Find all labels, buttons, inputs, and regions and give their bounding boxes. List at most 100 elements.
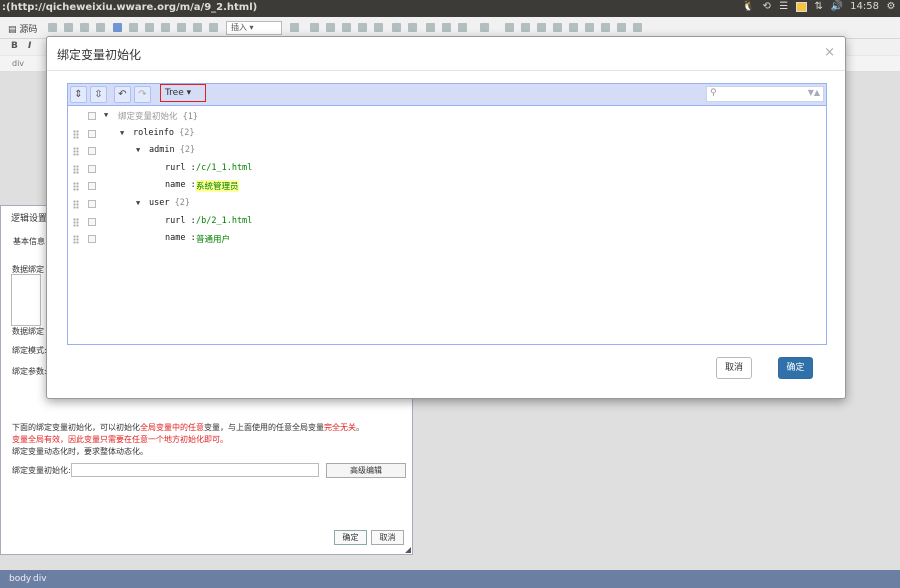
tree-row-user-name: name : 普通用户: [68, 231, 826, 249]
italic-button[interactable]: I: [28, 41, 31, 51]
tree-node-user[interactable]: user {2}: [149, 198, 190, 208]
collapse-all-icon[interactable]: ⇳: [90, 86, 107, 103]
redo-icon[interactable]: ↷: [134, 86, 151, 103]
tree-value-rurl[interactable]: /c/1_1.html: [196, 163, 252, 173]
init-input[interactable]: [71, 463, 319, 477]
source-button[interactable]: ▤ 源码: [8, 22, 37, 35]
sync-icon[interactable]: ⟲: [762, 1, 772, 12]
checkbox-icon[interactable]: [521, 23, 530, 32]
textfield-icon[interactable]: [553, 23, 562, 32]
note-line-1: 下面的绑定变量初始化，可以初始化全局变量中的任意变量，与上面使用的任意全局变量完…: [12, 423, 364, 432]
advanced-edit-button[interactable]: 高级编辑: [326, 463, 406, 478]
insert-select[interactable]: 插入 ▾: [226, 21, 282, 35]
drag-handle-icon[interactable]: [73, 147, 79, 157]
new-page-icon[interactable]: [129, 23, 138, 32]
row-checkbox[interactable]: [88, 147, 96, 156]
row-checkbox[interactable]: [88, 217, 96, 226]
copy-icon[interactable]: [209, 23, 218, 32]
save-icon[interactable]: [113, 23, 122, 32]
search-box[interactable]: ⚲ ▼▲: [706, 86, 824, 102]
refresh-icon[interactable]: [177, 23, 186, 32]
redo2-icon[interactable]: [408, 23, 417, 32]
system-top-bar: :(http://qicheweixiu.wware.org/m/a/9_2.h…: [0, 0, 900, 17]
status-path-div[interactable]: div: [33, 574, 47, 584]
collapse-toggle-icon[interactable]: ▼: [136, 146, 140, 154]
row-checkbox[interactable]: [88, 164, 96, 173]
tree-key-name[interactable]: name :: [165, 180, 196, 190]
drag-handle-icon[interactable]: [73, 164, 79, 174]
tree-value-name[interactable]: 普通用户: [196, 233, 230, 245]
radio-icon[interactable]: [537, 23, 546, 32]
ok-button[interactable]: 确定: [778, 357, 813, 379]
select-all-icon[interactable]: [458, 23, 467, 32]
resize-grip[interactable]: [405, 547, 411, 553]
status-path-body[interactable]: body: [9, 574, 31, 584]
cut-icon[interactable]: [310, 23, 319, 32]
textarea-icon[interactable]: [569, 23, 578, 32]
tree-key-name[interactable]: name :: [165, 233, 196, 243]
undo-icon[interactable]: [64, 23, 73, 32]
drag-handle-icon[interactable]: [73, 182, 79, 192]
row-checkbox[interactable]: [88, 112, 96, 120]
row-checkbox[interactable]: [88, 129, 96, 138]
logic-ok-button[interactable]: 确定: [334, 530, 367, 545]
logic-cancel-button[interactable]: 取消: [371, 530, 404, 545]
tree-key-rurl[interactable]: rurl :: [165, 163, 196, 173]
bind-params-label: 绑定参数:: [12, 367, 47, 376]
drag-handle-icon[interactable]: [73, 217, 79, 227]
collapse-toggle-icon[interactable]: ▼: [104, 111, 108, 119]
bold-button[interactable]: B: [11, 41, 18, 51]
lock-icon[interactable]: [193, 23, 202, 32]
tree-node-admin[interactable]: admin {2}: [149, 145, 195, 155]
mode-dropdown[interactable]: Tree ▾: [160, 84, 206, 102]
search-nav-icon[interactable]: ▼▲: [808, 88, 820, 97]
qq-icon[interactable]: 🐧: [742, 1, 754, 12]
collapse-toggle-icon[interactable]: ▼: [136, 199, 140, 207]
redo-icon[interactable]: [80, 23, 89, 32]
tree-row-admin-rurl: rurl : /c/1_1.html: [68, 161, 826, 179]
element-path-div[interactable]: div: [12, 59, 24, 68]
find-icon[interactable]: [426, 23, 435, 32]
undo2-icon[interactable]: [392, 23, 401, 32]
expand-all-icon[interactable]: ⇕: [70, 86, 87, 103]
doc-icon[interactable]: [290, 23, 299, 32]
menu-icon[interactable]: ☰: [779, 1, 789, 12]
row-checkbox[interactable]: [88, 235, 96, 244]
bind-data-textarea[interactable]: [11, 274, 41, 326]
replace-icon[interactable]: [442, 23, 451, 32]
cancel-button[interactable]: 取消: [716, 357, 752, 379]
clock[interactable]: 14:58: [850, 1, 879, 12]
undo-icon[interactable]: ↶: [114, 86, 131, 103]
button-icon[interactable]: [601, 23, 610, 32]
settings-gear-icon[interactable]: ⚙: [886, 1, 896, 12]
collapse-toggle-icon[interactable]: ▼: [120, 129, 124, 137]
paste-icon[interactable]: [342, 23, 351, 32]
spellcheck-icon[interactable]: [480, 23, 489, 32]
row-checkbox[interactable]: [88, 199, 96, 208]
battery-icon[interactable]: [795, 1, 807, 12]
hidden-field-icon[interactable]: [633, 23, 642, 32]
drag-handle-icon[interactable]: [73, 235, 79, 245]
drag-handle-icon[interactable]: [73, 129, 79, 139]
template-icon[interactable]: [48, 23, 57, 32]
tree-value-rurl[interactable]: /b/2_1.html: [196, 216, 252, 226]
network-icon[interactable]: ⇅: [814, 1, 824, 12]
paste-text-icon[interactable]: [358, 23, 367, 32]
select-icon[interactable]: [585, 23, 594, 32]
image-button-icon[interactable]: [617, 23, 626, 32]
tree-row-user: ▼ user {2}: [68, 196, 826, 214]
close-icon[interactable]: ×: [824, 45, 835, 60]
drag-handle-icon[interactable]: [73, 199, 79, 209]
clear-icon[interactable]: [96, 23, 105, 32]
form-icon[interactable]: [505, 23, 514, 32]
volume-icon[interactable]: 🔊: [831, 1, 843, 12]
paste-word-icon[interactable]: [374, 23, 383, 32]
preview-icon[interactable]: [145, 23, 154, 32]
tree-node-roleinfo[interactable]: roleinfo {2}: [133, 128, 194, 138]
row-checkbox[interactable]: [88, 182, 96, 191]
tree-value-name[interactable]: 系统管理员: [196, 180, 239, 193]
tab-basic-info[interactable]: 基本信息: [13, 236, 45, 247]
copy2-icon[interactable]: [326, 23, 335, 32]
print-icon[interactable]: [161, 23, 170, 32]
tree-key-rurl[interactable]: rurl :: [165, 216, 196, 226]
